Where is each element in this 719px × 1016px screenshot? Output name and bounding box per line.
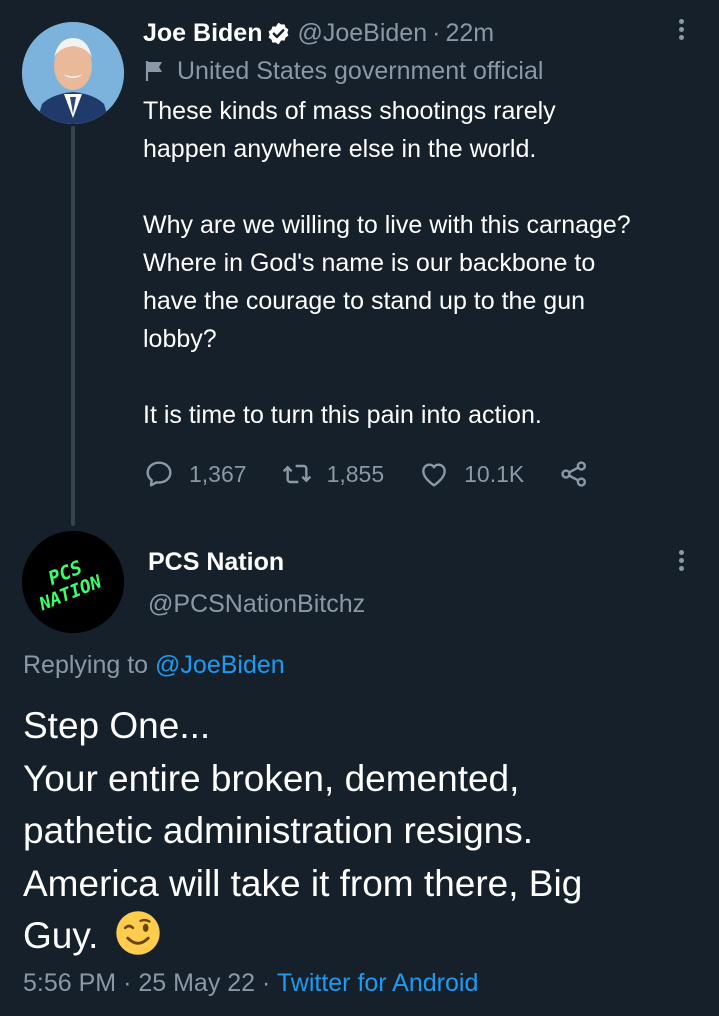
tweet-line: Your entire broken, demented, [23,757,520,799]
reply-count: 1,367 [189,460,247,487]
tweet-time[interactable]: 22m [445,19,494,48]
tweet-header: Joe Biden @JoeBiden · 22m [143,14,703,52]
separator-dot: · [432,18,441,47]
tweet-line: pathetic administration resigns. [23,810,534,851]
tweet-line: Guy. [23,915,99,956]
avatar-image: PCS NATION [22,531,124,633]
avatar-image [22,22,124,124]
tweet-metadata: 5:56 PM · 25 May 22 · Twitter for Androi… [23,969,478,998]
author-handle[interactable]: @JoeBiden [297,19,427,48]
verified-badge-icon [269,22,289,44]
tweet-date[interactable]: 25 May 22 [138,969,255,997]
share-button[interactable] [558,458,604,490]
client-link[interactable]: Twitter for Android [277,969,478,997]
reply-icon [146,461,172,487]
reply-button[interactable]: 1,367 [143,458,247,490]
tweet-line: America will take it from there, Big [23,862,583,904]
avatar-pcs-nation[interactable]: PCS NATION [22,531,124,633]
heart-icon [422,463,446,487]
author-name[interactable]: Joe Biden [143,19,262,48]
thread-connector-line [71,126,75,526]
author-name[interactable]: PCS Nation [148,543,365,581]
tweet-time[interactable]: 5:56 PM [23,969,116,997]
tweet-line: Where in God's name is our backbone to [143,249,596,277]
separator-dot: · [123,969,132,997]
retweet-count: 1,855 [326,460,385,487]
tweet-line: Step One... [23,705,211,746]
tweet-actions: 1,367 1,855 10.1K [143,456,703,492]
reply-tweet-text: Step One... Your entire broken, demented… [23,700,703,963]
like-count: 10.1K [464,460,525,487]
tweet-line: lobby? [143,325,217,353]
original-tweet: Joe Biden @JoeBiden · 22m United States … [143,14,703,492]
replying-to-link[interactable]: @JoeBiden [155,651,285,679]
separator-dot: · [262,969,271,997]
replying-to: Replying to @JoeBiden [23,651,285,680]
tweet-line: have the courage to stand up to the gun [143,287,586,315]
retweet-icon [282,464,311,484]
tweet-line: It is time to turn this pain into action… [143,401,542,429]
author-handle[interactable]: @PCSNationBitchz [148,585,365,623]
tweet-text: These kinds of mass shootings rarely hap… [143,92,703,434]
avatar-joe-biden[interactable] [22,22,124,124]
replying-prefix: Replying to [23,651,149,679]
flag-icon [145,61,162,81]
tweet-line: Why are we willing to live with this car… [143,211,631,239]
tweet-line-last: Guy. [23,910,703,963]
government-label: United States government official [143,52,703,90]
winking-face-emoji-icon [115,911,160,955]
retweet-button[interactable]: 1,855 [281,458,385,490]
tweet-line: These kinds of mass shootings rarely [143,97,556,125]
share-icon [561,461,587,487]
label-text: United States government official [177,56,544,85]
tweet-line: happen anywhere else in the world. [143,135,537,163]
more-options-button[interactable] [676,547,686,577]
reply-author: PCS Nation @PCSNationBitchz [148,543,365,623]
like-button[interactable]: 10.1K [418,458,524,490]
